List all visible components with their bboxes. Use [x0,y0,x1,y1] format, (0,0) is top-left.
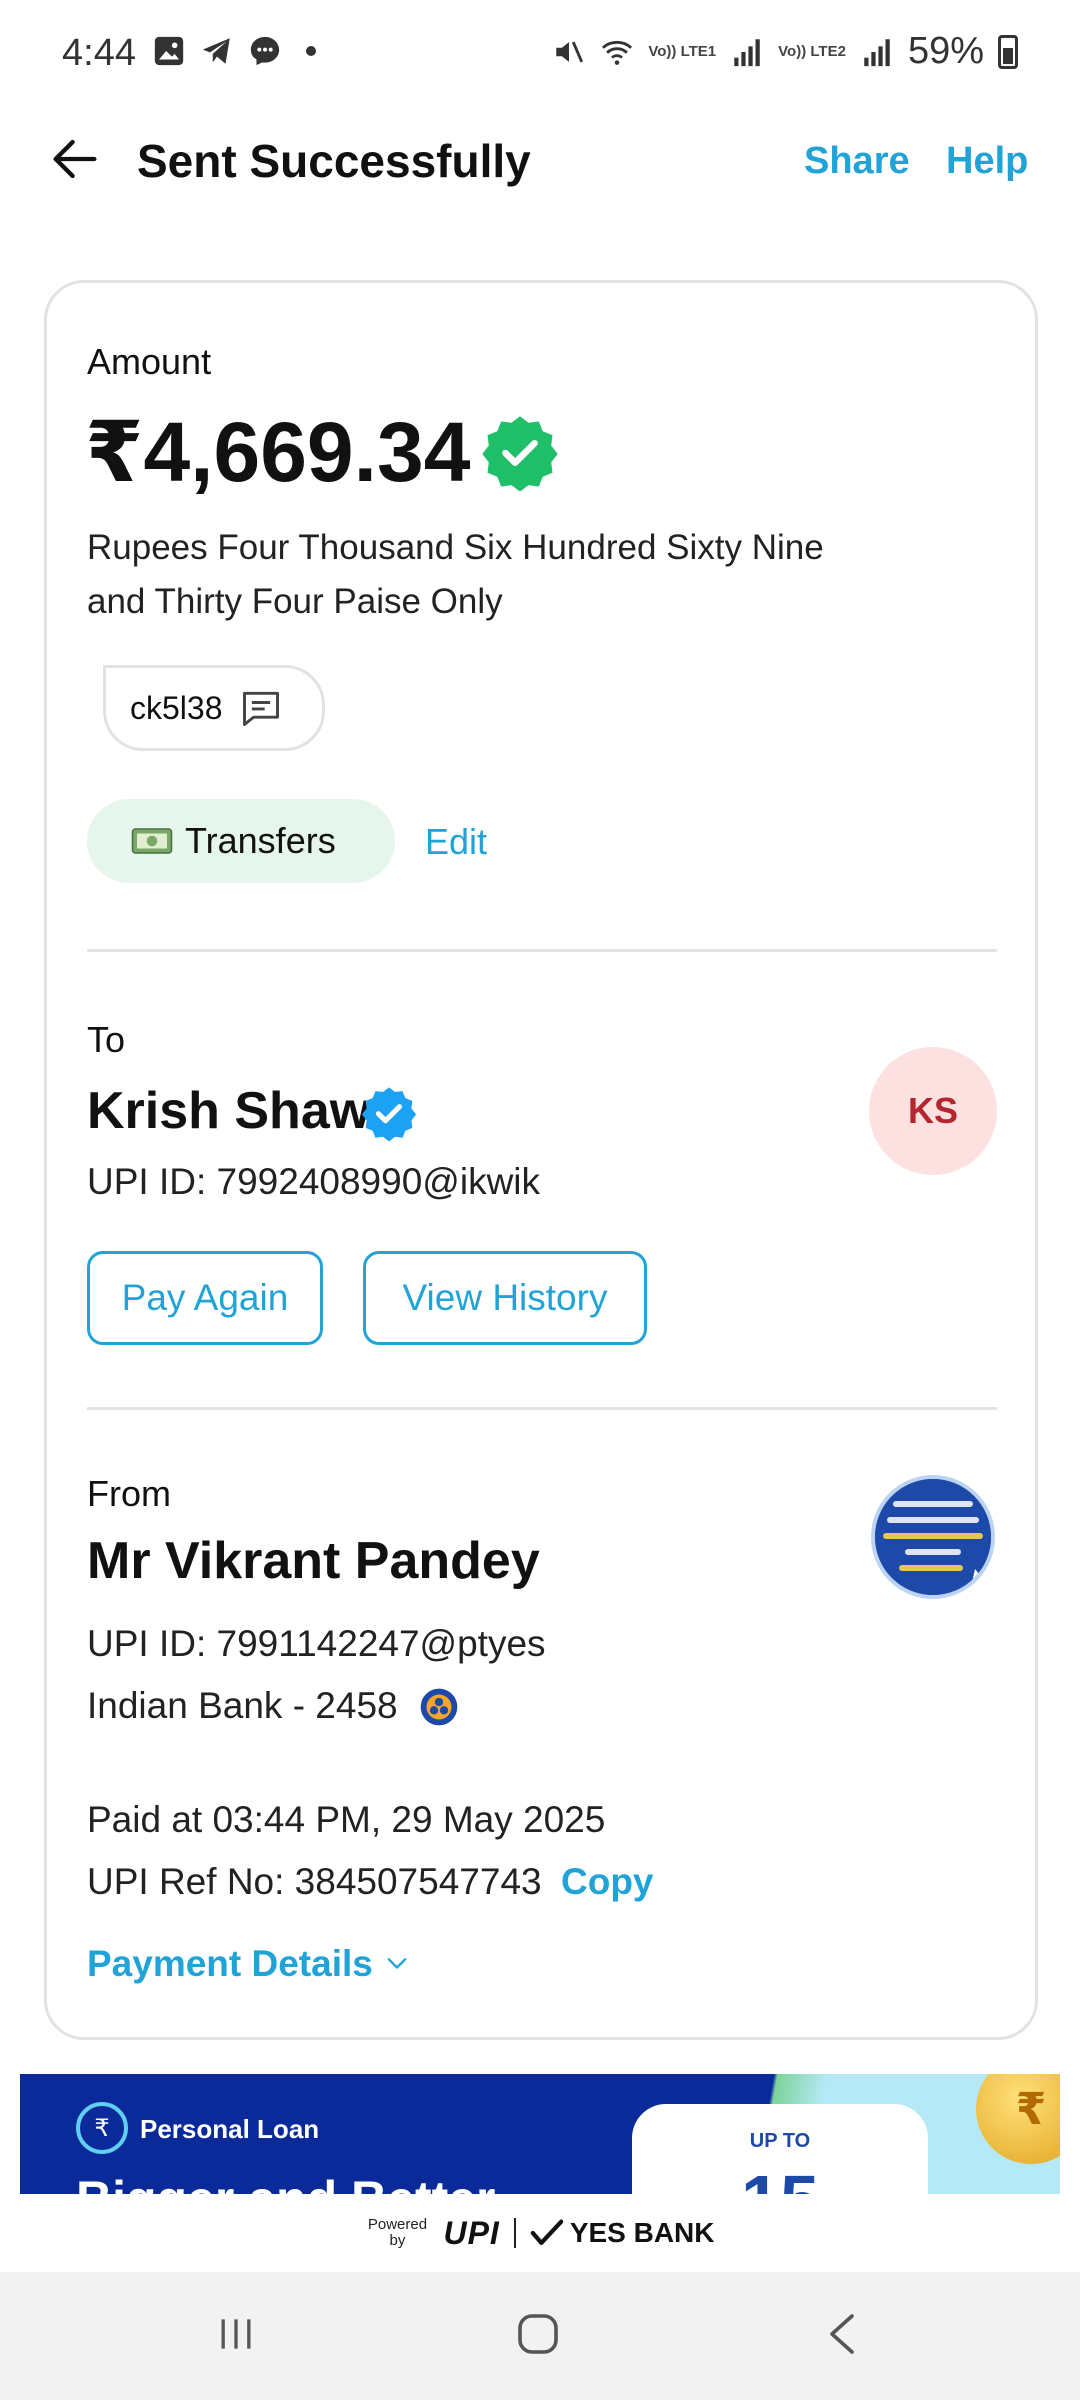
yes-bank-label: YES BANK [569,2217,715,2248]
status-system-icons: Vo)) LTE1 Vo)) LTE2 59% [552,30,1018,73]
to-label: To [87,1019,126,1060]
recipient-upi-id: UPI ID: 7992408990@ikwik [87,1161,541,1202]
message-icon [242,691,279,726]
payment-note[interactable]: ck5l38 [103,665,325,751]
separator [513,2218,516,2248]
more-notifications-icon [306,46,316,56]
sim1-lte-label: Vo)) LTE1 [648,43,717,60]
banner-title: Personal Loan [140,2114,320,2144]
copy-ref-button[interactable]: Copy [561,1861,654,1903]
recent-apps-icon[interactable] [214,2312,258,2356]
from-label: From [87,1473,171,1514]
powered-by-strip: Powered by UPI YES BANK [0,2196,1080,2270]
mute-icon [556,41,584,62]
share-button[interactable]: Share [804,140,910,183]
amount-value: ₹4,669.34 [85,405,471,499]
system-nav-bar [0,2272,1080,2400]
sim2-lte-label: Vo)) LTE2 [778,43,846,60]
recipient-avatar: KS [869,1047,997,1175]
banner-up-to: UP TO [749,2130,811,2152]
back-arrow-icon[interactable] [46,130,104,188]
sender-bank: Indian Bank - 2458 [87,1685,398,1726]
banner-headline: Bigger and Better [76,2170,496,2194]
transaction-card: Amount ₹4,669.34 Rupees Four Thousand Si… [44,280,1038,2040]
nav-back-icon[interactable] [822,2310,862,2358]
telegram-icon [202,38,230,64]
payment-details-label: Payment Details [87,1943,373,1984]
battery-icon [998,34,1018,69]
sender-avatar-image [875,1479,991,1595]
yes-bank-logo: YES BANK [530,2217,715,2249]
promo-banner[interactable]: ₹ Personal Loan Bigger and Better UP TO … [20,2074,1060,2194]
banner-number: 15 [632,2160,928,2194]
help-button[interactable]: Help [946,140,1028,183]
header: Sent Successfully Share Help [0,120,1080,210]
home-icon[interactable] [514,2310,562,2358]
checkmark-icon [530,2219,564,2246]
divider [87,1407,997,1410]
sender-name: Mr Vikrant Pandey [87,1532,540,1590]
status-notification-icons [152,34,316,68]
powered-by-label: Powered by [367,2216,428,2249]
amount-in-words: Rupees Four Thousand Six Hundred Sixty N… [87,528,824,621]
status-time: 4:44 [62,32,136,74]
signal-icon [864,38,890,66]
gallery-icon [154,36,184,66]
sender-avatar [871,1475,995,1599]
status-bar: 4:44 Vo)) LTE1 Vo)) LTE2 59% [0,0,1080,110]
sender-upi-id: UPI ID: 7991142247@ptyes [87,1623,546,1664]
amount-label: Amount [87,341,212,382]
upi-logo: UPI [443,2214,500,2251]
verified-badge-icon [361,1087,417,1141]
paid-at-timestamp: Paid at 03:44 PM, 29 May 2025 [87,1799,606,1840]
success-check-icon [482,416,558,491]
page-title: Sent Successfully [137,135,531,187]
edit-category-button[interactable]: Edit [425,821,487,863]
signal-icon [734,38,760,66]
pay-again-button[interactable]: Pay Again [87,1251,323,1345]
cash-icon [131,828,173,854]
payment-note-text: ck5l38 [130,689,223,726]
chevron-down-icon [387,1958,407,1969]
wifi-icon [602,40,633,65]
recipient-name: Krish Shaw [87,1082,371,1140]
view-history-button[interactable]: View History [363,1251,647,1345]
upi-ref-number: UPI Ref No: 384507547743 [87,1861,542,1902]
indian-bank-logo-icon [420,1688,458,1726]
payment-details-toggle[interactable]: Payment Details [87,1943,411,1985]
rupee-icon: ₹ [76,2102,128,2154]
category-chip[interactable]: Transfers [87,799,395,883]
category-label: Transfers [185,820,336,861]
divider [87,949,997,952]
messenger-icon [250,36,280,66]
banner-offer-card: UP TO 15 [632,2104,928,2194]
battery-percent: 59% [907,30,984,72]
